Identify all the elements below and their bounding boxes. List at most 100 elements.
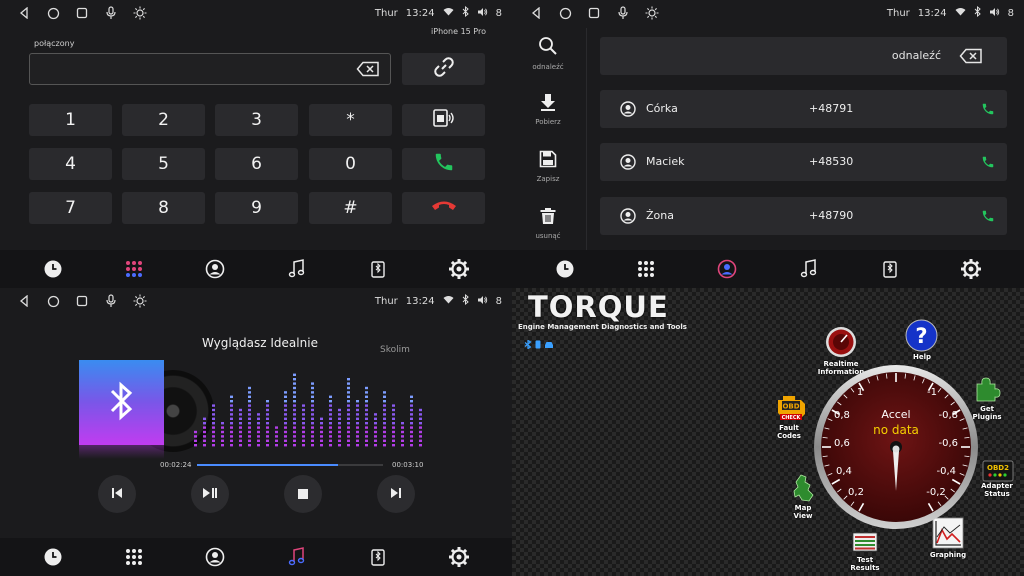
- nav-phone-link-icon[interactable]: [363, 542, 393, 572]
- tool-save[interactable]: Zapisz: [512, 150, 584, 200]
- equalizer-segment: [203, 417, 206, 420]
- key-9[interactable]: 9: [215, 192, 298, 224]
- microphone-icon[interactable]: [103, 293, 119, 309]
- key-1[interactable]: 1: [29, 104, 112, 136]
- test-results-label[interactable]: Test Results: [846, 556, 884, 572]
- microphone-icon[interactable]: [103, 5, 119, 21]
- bottom-nav: [0, 538, 512, 576]
- back-icon[interactable]: [16, 293, 32, 309]
- dial-number-input[interactable]: [29, 53, 391, 85]
- key-5[interactable]: 5: [122, 148, 205, 180]
- equalizer-segment: [266, 400, 269, 403]
- backspace-icon[interactable]: [356, 61, 380, 81]
- nav-music-icon[interactable]: [794, 254, 824, 284]
- tool-download[interactable]: Pobierz: [512, 93, 584, 143]
- progress-bar[interactable]: [197, 464, 383, 466]
- fault-codes-label[interactable]: Fault Codes: [770, 424, 808, 440]
- nav-music-icon[interactable]: [282, 254, 312, 284]
- equalizer-segment: [419, 435, 422, 438]
- key-star[interactable]: *: [309, 104, 392, 136]
- nav-settings-gear-icon[interactable]: [444, 254, 474, 284]
- nav-contacts-icon[interactable]: [200, 254, 230, 284]
- equalizer-segment: [248, 404, 251, 407]
- connect-link-button[interactable]: [402, 53, 485, 85]
- recents-icon[interactable]: [74, 5, 90, 21]
- equalizer-segment: [347, 400, 350, 403]
- switch-audio-button[interactable]: [402, 104, 485, 136]
- equalizer-segment: [365, 417, 368, 420]
- test-results-icon[interactable]: [852, 532, 878, 552]
- nav-settings-gear-icon[interactable]: [956, 254, 986, 284]
- equalizer-segment: [374, 422, 377, 425]
- phone-call-icon[interactable]: [981, 208, 995, 227]
- equalizer-segment: [347, 417, 350, 420]
- back-icon[interactable]: [528, 5, 544, 21]
- equalizer-segment: [347, 408, 350, 412]
- equalizer-segment: [257, 417, 260, 420]
- tool-search[interactable]: odnaleźć: [512, 36, 584, 86]
- contact-row[interactable]: Maciek +48530: [600, 143, 1007, 181]
- back-icon[interactable]: [16, 5, 32, 21]
- equalizer-segment: [203, 439, 206, 442]
- nav-dialpad-icon[interactable]: [119, 542, 149, 572]
- recents-icon[interactable]: [586, 5, 602, 21]
- key-2[interactable]: 2: [122, 104, 205, 136]
- nav-recents-clock-icon[interactable]: [38, 542, 68, 572]
- check-engine-icon[interactable]: OBD CHECK: [774, 392, 808, 422]
- equalizer-segment: [329, 439, 332, 442]
- wifi-icon: [443, 295, 454, 307]
- equalizer-segment: [311, 382, 314, 385]
- equalizer-segment: [203, 426, 206, 429]
- nav-dialpad-icon[interactable]: [119, 254, 149, 284]
- previous-button[interactable]: [98, 475, 136, 513]
- equalizer-segment: [410, 408, 413, 412]
- home-icon[interactable]: [557, 5, 573, 21]
- home-icon[interactable]: [45, 293, 61, 309]
- key-4[interactable]: 4: [29, 148, 112, 180]
- nav-music-icon[interactable]: [282, 542, 312, 572]
- phone-call-icon[interactable]: [981, 101, 995, 120]
- stop-button[interactable]: [284, 475, 322, 513]
- equalizer-segment: [347, 435, 350, 438]
- play-pause-button[interactable]: [191, 475, 229, 513]
- graphing-label[interactable]: Graphing: [924, 551, 972, 559]
- backspace-icon[interactable]: [959, 48, 983, 68]
- contact-row[interactable]: Żona +48790: [600, 197, 1007, 235]
- microphone-icon[interactable]: [615, 5, 631, 21]
- nav-contacts-icon[interactable]: [200, 542, 230, 572]
- realtime-gauge-icon[interactable]: [825, 326, 857, 358]
- nav-contacts-icon[interactable]: [712, 254, 742, 284]
- help-label[interactable]: Help: [908, 353, 936, 361]
- brightness-icon[interactable]: [132, 5, 148, 21]
- equalizer-segment: [293, 413, 296, 416]
- key-8[interactable]: 8: [122, 192, 205, 224]
- contact-row[interactable]: Córka +48791: [600, 90, 1007, 128]
- key-0[interactable]: 0: [309, 148, 392, 180]
- nav-phone-link-icon[interactable]: [875, 254, 905, 284]
- contact-search-input[interactable]: odnaleźć: [600, 37, 1007, 75]
- nav-dialpad-icon[interactable]: [631, 254, 661, 284]
- key-hash[interactable]: #: [309, 192, 392, 224]
- adapter-status-label[interactable]: Adapter Status: [976, 482, 1018, 498]
- nav-recents-clock-icon[interactable]: [550, 254, 580, 284]
- nav-settings-gear-icon[interactable]: [444, 542, 474, 572]
- hangup-button[interactable]: [402, 192, 485, 224]
- call-button[interactable]: [402, 148, 485, 180]
- next-button[interactable]: [377, 475, 415, 513]
- obd-adapter-icon[interactable]: OBD2: [982, 460, 1014, 482]
- key-7[interactable]: 7: [29, 192, 112, 224]
- key-3[interactable]: 3: [215, 104, 298, 136]
- home-icon[interactable]: [45, 5, 61, 21]
- phone-call-icon[interactable]: [981, 154, 995, 173]
- brightness-icon[interactable]: [644, 5, 660, 21]
- accel-gauge[interactable]: 1 -1 0,8 -0,8 0,6 -0,6 0,4 -0,4 0,2 -0,2…: [812, 363, 980, 531]
- volume-level: 8: [1007, 7, 1014, 19]
- help-icon[interactable]: ?: [905, 319, 938, 352]
- equalizer-segment: [374, 430, 377, 434]
- key-6[interactable]: 6: [215, 148, 298, 180]
- nav-recents-clock-icon[interactable]: [38, 254, 68, 284]
- recents-icon[interactable]: [74, 293, 90, 309]
- brightness-icon[interactable]: [132, 293, 148, 309]
- equalizer-segment: [257, 435, 260, 438]
- nav-phone-link-icon[interactable]: [363, 254, 393, 284]
